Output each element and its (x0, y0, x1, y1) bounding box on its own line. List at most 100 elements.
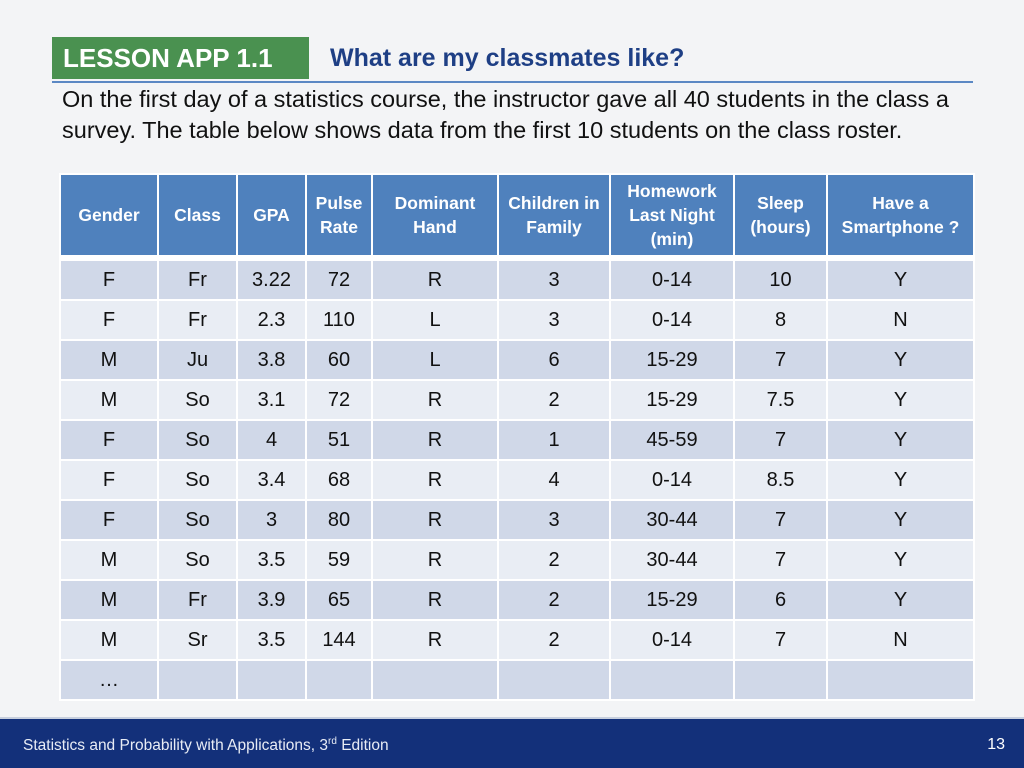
table-cell: 6 (733, 579, 828, 621)
table-cell: 7 (733, 539, 828, 581)
footer-bar: Statistics and Probability with Applicat… (0, 717, 1024, 768)
table-cell: R (371, 379, 499, 421)
table-cell: 2 (497, 579, 611, 621)
table-cell (236, 659, 307, 701)
column-header: Have a Smartphone ? (826, 173, 975, 261)
table-cell: So (157, 379, 238, 421)
table-row: M So 3.5 59 R 2 30-44 7 Y (59, 539, 975, 581)
table-cell: Y (826, 459, 975, 501)
table-row: M Sr 3.5 144 R 2 0-14 7 N (59, 619, 975, 661)
table-cell: 2 (497, 619, 611, 661)
table-cell: F (59, 499, 159, 541)
table-cell: 7 (733, 619, 828, 661)
table-cell: F (59, 459, 159, 501)
table-row: M So 3.1 72 R 2 15-29 7.5 Y (59, 379, 975, 421)
table-row: F Fr 2.3 110 L 3 0-14 8 N (59, 299, 975, 341)
table-row: … (59, 659, 975, 701)
table-cell: R (371, 579, 499, 621)
table-row: M Ju 3.8 60 L 6 15-29 7 Y (59, 339, 975, 381)
table-cell: N (826, 299, 975, 341)
column-header: Class (157, 173, 238, 261)
table-cell: 15-29 (609, 579, 735, 621)
table-cell: R (371, 499, 499, 541)
lesson-badge: LESSON APP 1.1 (52, 37, 309, 79)
table-cell: Sr (157, 619, 238, 661)
table-cell: Ju (157, 339, 238, 381)
table-cell: So (157, 459, 238, 501)
table-cell (733, 659, 828, 701)
table-cell: 80 (305, 499, 373, 541)
table-cell: 10 (733, 257, 828, 301)
table-cell: 7 (733, 499, 828, 541)
table-cell: … (59, 659, 159, 701)
table-cell: 1 (497, 419, 611, 461)
table-cell: 6 (497, 339, 611, 381)
table-cell: 60 (305, 339, 373, 381)
table-cell: So (157, 539, 238, 581)
table-cell: So (157, 419, 238, 461)
table-cell: F (59, 299, 159, 341)
table-cell: 7 (733, 419, 828, 461)
table-cell: 15-29 (609, 339, 735, 381)
table-cell: 72 (305, 379, 373, 421)
book-title-text: Statistics and Probability with Applicat… (23, 737, 328, 755)
table-cell: Fr (157, 257, 238, 301)
title-divider (52, 81, 973, 83)
table-cell: 3 (497, 299, 611, 341)
table-cell: Y (826, 379, 975, 421)
table-cell: N (826, 619, 975, 661)
table-cell: M (59, 619, 159, 661)
table-cell: 8 (733, 299, 828, 341)
table-cell: 3.4 (236, 459, 307, 501)
table-cell: Y (826, 339, 975, 381)
table-cell: 3.1 (236, 379, 307, 421)
table-cell: F (59, 257, 159, 301)
table-cell: R (371, 619, 499, 661)
table-row: F So 3.4 68 R 4 0-14 8.5 Y (59, 459, 975, 501)
table-cell: L (371, 339, 499, 381)
intro-paragraph: On the first day of a statistics course,… (62, 86, 949, 143)
table-cell: Y (826, 499, 975, 541)
table-cell: 59 (305, 539, 373, 581)
table-cell: 2 (497, 379, 611, 421)
survey-data-table: Gender Class GPA Pulse Rate Dominant Hand Chi… (59, 173, 975, 701)
edition-superscript: rd (328, 736, 337, 747)
table-cell (157, 659, 238, 701)
table-cell: R (371, 257, 499, 301)
table-cell: 144 (305, 619, 373, 661)
table-cell: 3 (236, 499, 307, 541)
table-cell: 7 (733, 339, 828, 381)
table-header-row: Gender Class GPA Pulse Rate Dominant Hand Chi… (59, 173, 975, 261)
table-cell: 15-29 (609, 379, 735, 421)
table-cell: 30-44 (609, 499, 735, 541)
table-cell (609, 659, 735, 701)
table-cell: Y (826, 579, 975, 621)
table-cell: 3.5 (236, 539, 307, 581)
table-cell: 0-14 (609, 619, 735, 661)
column-header: Sleep (hours) (733, 173, 828, 261)
table-cell: 3 (497, 257, 611, 301)
table-row: F Fr 3.22 72 R 3 0-14 10 Y (59, 257, 975, 301)
table-cell: 4 (236, 419, 307, 461)
table-cell: R (371, 539, 499, 581)
table-cell: M (59, 379, 159, 421)
table-cell: 30-44 (609, 539, 735, 581)
table-cell: 110 (305, 299, 373, 341)
table-cell: L (371, 299, 499, 341)
table-cell: 3 (497, 499, 611, 541)
table-cell (826, 659, 975, 701)
table-cell: 2.3 (236, 299, 307, 341)
table-cell: 68 (305, 459, 373, 501)
page-number: 13 (987, 736, 1005, 753)
table-cell (497, 659, 611, 701)
table-cell: M (59, 539, 159, 581)
column-header: Pulse Rate (305, 173, 373, 261)
table-cell (305, 659, 373, 701)
table-cell: 51 (305, 419, 373, 461)
table-cell: Y (826, 419, 975, 461)
table-cell: 0-14 (609, 257, 735, 301)
table-cell: 3.9 (236, 579, 307, 621)
column-header: Children in Family (497, 173, 611, 261)
table-cell: F (59, 419, 159, 461)
column-header: Dominant Hand (371, 173, 499, 261)
